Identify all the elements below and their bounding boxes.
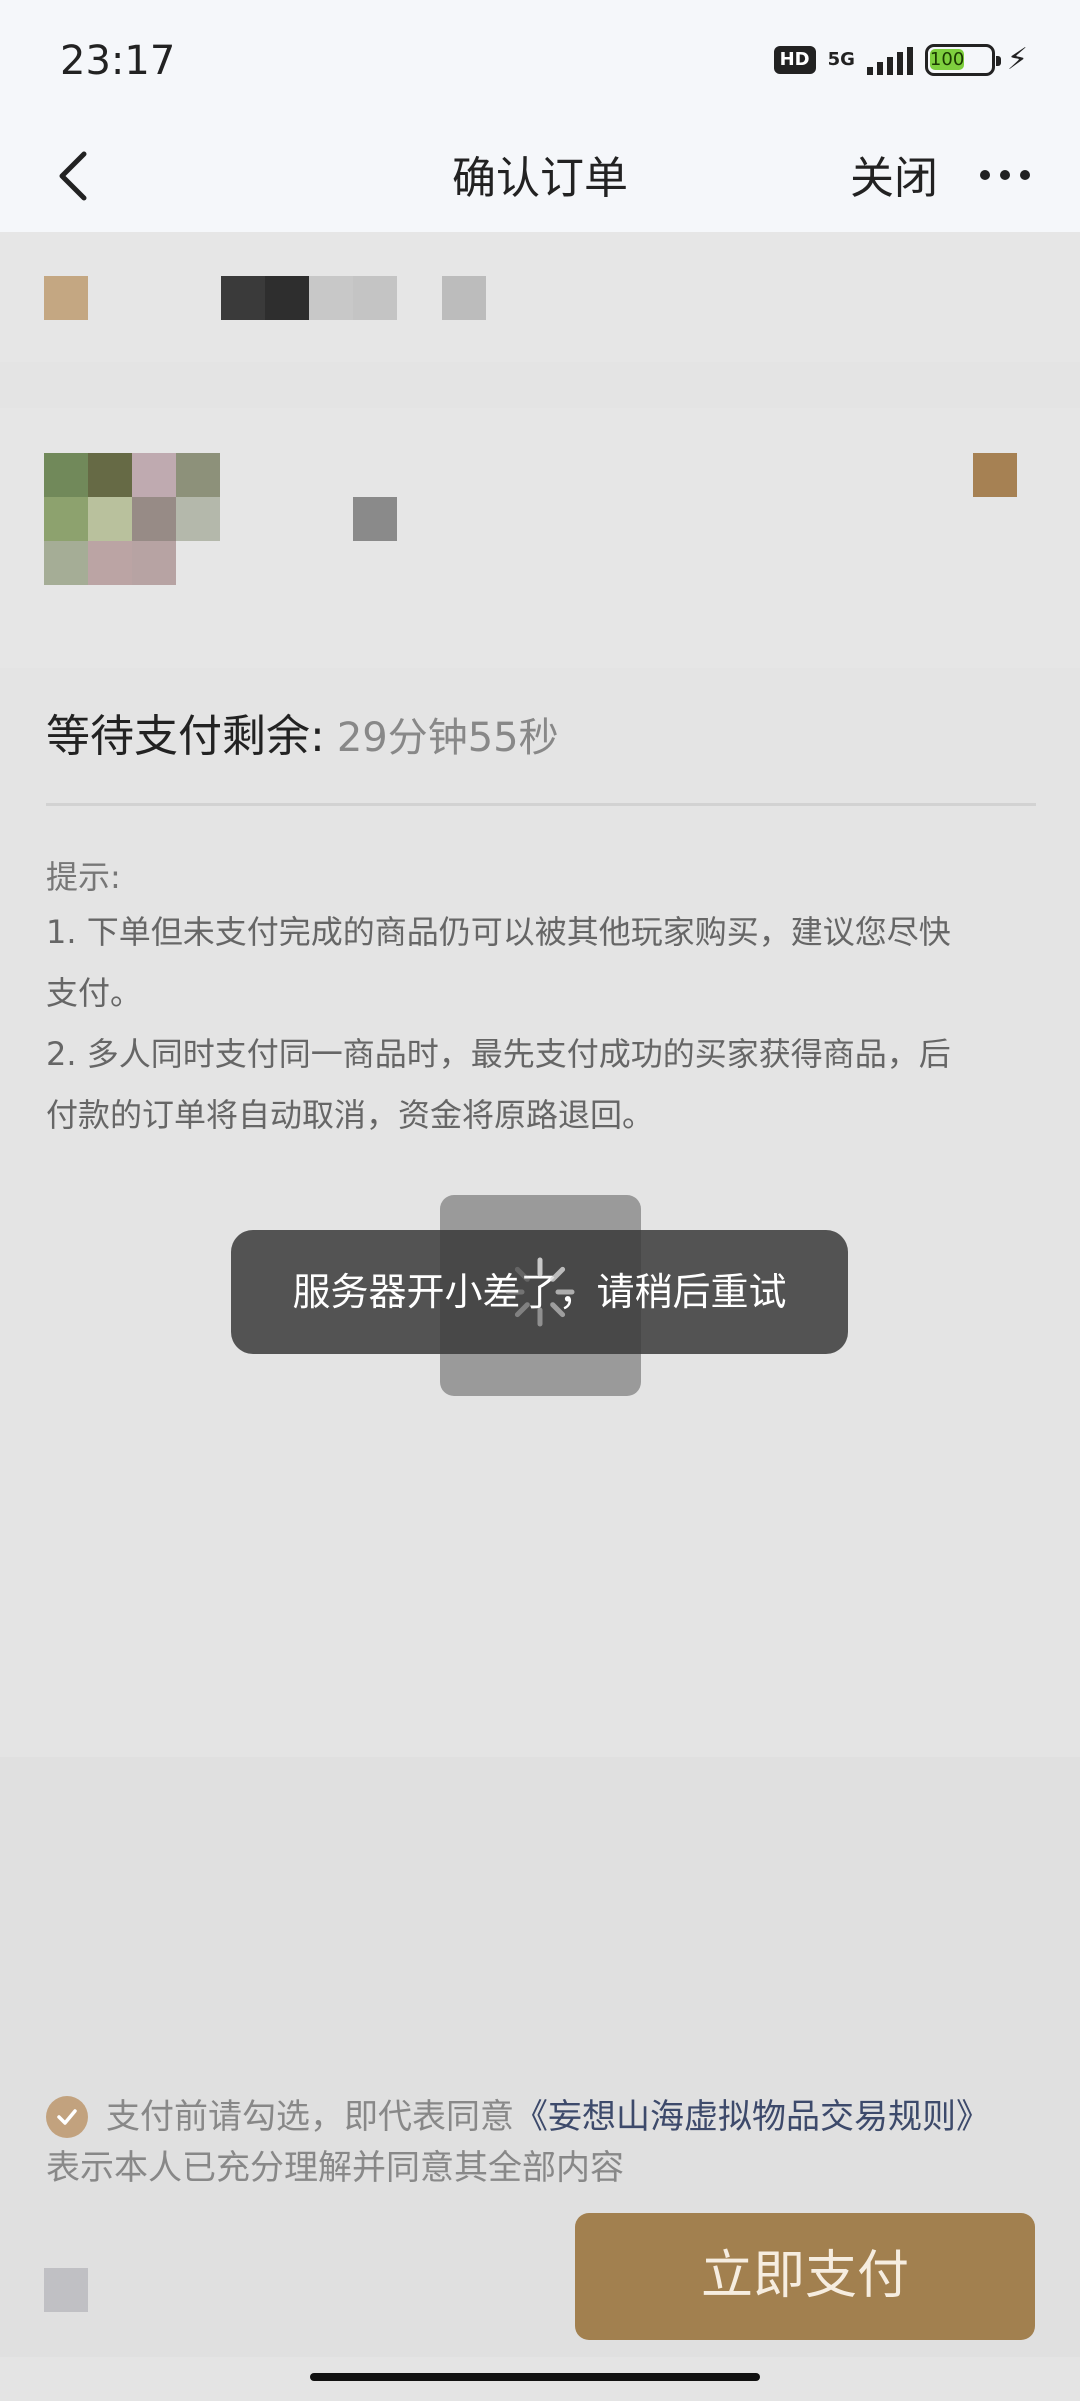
signal-icon (866, 45, 913, 75)
network-type: 5G (827, 48, 855, 70)
status-icons: HD 5G 100 ⚡ (773, 42, 1028, 77)
home-indicator[interactable] (310, 2373, 760, 2381)
item-thumbnail (44, 453, 88, 497)
agreement-section: 支付前请勾选，即代表同意 《妄想山海虚拟物品交易规则》 表示本人已充分理解并同意… (46, 2092, 1056, 2194)
pay-now-button[interactable]: 立即支付 (575, 2213, 1035, 2340)
loading-spinner-icon (505, 1257, 575, 1327)
trade-rules-link[interactable]: 《妄想山海虚拟物品交易规则》 (514, 2092, 990, 2142)
timer-label: 等待支付剩余: (46, 711, 325, 762)
tip-line: 1. 下单但未支付完成的商品仍可以被其他玩家购买，建议您尽快 (46, 913, 951, 951)
tip-line: 付款的订单将自动取消，资金将原路退回。 (46, 1096, 655, 1134)
status-time: 23:17 (60, 38, 176, 84)
order-header-redacted (0, 232, 1080, 362)
battery-icon: 100 (924, 43, 1001, 76)
close-button[interactable]: 关闭 (850, 142, 938, 206)
ellipsis-icon[interactable] (980, 170, 1030, 180)
battery-level: 100 (929, 48, 965, 70)
tip-line: 2. 多人同时支付同一商品时，最先支付成功的买家获得商品，后 (46, 1035, 951, 1073)
payment-timer: 等待支付剩余: 29分钟55秒 (46, 700, 559, 764)
timer-value: 29分钟55秒 (336, 715, 559, 761)
agreement-text: 支付前请勾选，即代表同意 (106, 2097, 514, 2137)
status-bar: 23:17 HD 5G 100 ⚡ (0, 0, 1080, 120)
checkbox-checked-icon[interactable] (46, 2096, 88, 2138)
tips-section: 提示: 1. 下单但未支付完成的商品仍可以被其他玩家购买，建议您尽快 支付。 2… (46, 852, 1046, 1146)
item-card-redacted (0, 408, 1080, 668)
hd-icon: HD (773, 45, 816, 74)
divider (46, 803, 1036, 806)
tips-title: 提示: (46, 858, 121, 896)
agreement-note: 表示本人已充分理解并同意其全部内容 (46, 2148, 624, 2188)
charging-icon: ⚡ (1006, 42, 1028, 77)
price-redacted (44, 2268, 88, 2312)
nav-bar: 确认订单 关闭 (0, 120, 1080, 232)
tip-line: 支付。 (46, 974, 143, 1012)
